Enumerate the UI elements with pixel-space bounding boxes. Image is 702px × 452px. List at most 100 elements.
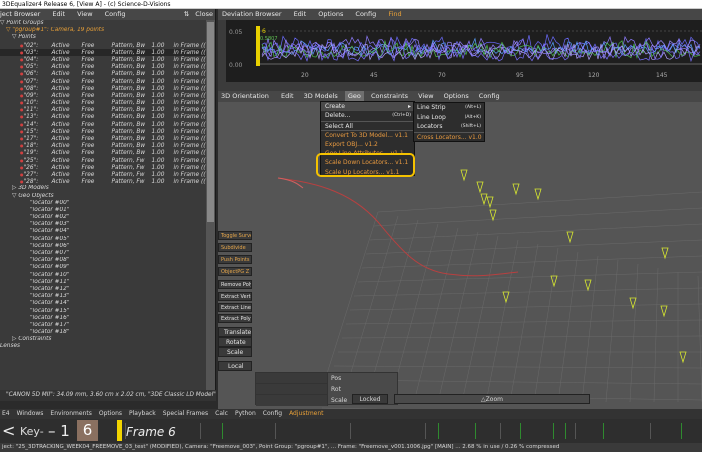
tree-constraints[interactable]: ▷ Constraints bbox=[0, 336, 206, 343]
main-menu-item[interactable]: Calc bbox=[215, 410, 228, 417]
point-row[interactable]: ● "19": Active Free Pattern, Bw 1.00 in Frame… bbox=[0, 149, 206, 156]
point-row[interactable]: ● "13": Active Free Pattern, Bw 1.00 in Frame… bbox=[0, 113, 206, 120]
tree-geo-objects[interactable]: ▽ Geo Objects bbox=[0, 193, 206, 200]
point-row[interactable]: ● "09": Active Free Pattern, Bw 1.00 in Frame… bbox=[0, 92, 206, 99]
3d-viewport[interactable] bbox=[218, 102, 702, 417]
arrow-up-icon[interactable]: ⇅ bbox=[184, 9, 189, 20]
menu-options[interactable]: Options bbox=[318, 9, 343, 20]
tree-points[interactable]: ▽ Points bbox=[0, 34, 206, 41]
menu-view[interactable]: View bbox=[77, 9, 92, 20]
main-menu-item[interactable]: Adjustment bbox=[289, 410, 323, 417]
locator-item[interactable]: "locator #09" bbox=[0, 264, 206, 271]
point-row[interactable]: ● "15": Active Free Pattern, Bw 1.00 in Frame… bbox=[0, 128, 206, 135]
menu-deviation-browser[interactable]: Deviation Browser bbox=[222, 9, 282, 20]
step-back-button[interactable]: < bbox=[2, 421, 15, 440]
scrollbar-thumb[interactable] bbox=[207, 22, 214, 222]
locator-item[interactable]: "locator #13" bbox=[0, 293, 206, 300]
locator-item[interactable]: "locator #05" bbox=[0, 236, 206, 243]
tool-button-orange[interactable]: Toggle Survey bbox=[218, 231, 252, 240]
point-row[interactable]: ● "25": Active Free Pattern, Fw 1.00 in Frame… bbox=[0, 157, 206, 164]
lens-entry[interactable]: "CANON 5D MII": 34.09 mm, 3.60 cm x 2.02… bbox=[0, 390, 216, 401]
geo-menu-item[interactable]: Export OBJ... v1.2 bbox=[321, 140, 414, 149]
point-row[interactable]: ● "27": Active Free Pattern, Fw 1.00 in Frame… bbox=[0, 171, 206, 178]
tool-button-orange[interactable]: Subdivide bbox=[218, 243, 252, 252]
point-row[interactable]: ● "28": Active Free Pattern, Fw 1.00 in Frame… bbox=[0, 178, 206, 185]
locator-item[interactable]: "locator #07" bbox=[0, 250, 206, 257]
point-row[interactable]: ● "18": Active Free Pattern, Bw 1.00 in Frame… bbox=[0, 142, 206, 149]
menu-edit[interactable]: Edit bbox=[52, 9, 65, 20]
zoom-slider[interactable]: △ Zoom bbox=[394, 394, 590, 404]
deviation-curves-plot[interactable]: 0.05 0.00 6 0.5807 20 45 70 95 120 145 bbox=[226, 20, 702, 82]
tool-button[interactable]: Remove Poly bbox=[218, 280, 252, 289]
locator-item[interactable]: "locator #18" bbox=[0, 329, 206, 336]
rotate-button[interactable]: Rotate bbox=[218, 337, 252, 347]
tool-button[interactable]: Extract Vertex bbox=[218, 292, 252, 301]
point-row[interactable]: ● "06": Active Free Pattern, Bw 1.00 in Frame… bbox=[0, 70, 206, 77]
main-menu-item[interactable]: Python bbox=[235, 410, 256, 417]
frame-number-field[interactable]: 6 bbox=[77, 420, 98, 441]
locked-button[interactable]: Locked bbox=[352, 394, 388, 404]
menu-view[interactable]: View bbox=[418, 91, 433, 102]
geo-menu-item[interactable]: Delete... (Ctrl+D) bbox=[321, 111, 414, 120]
tree-point-group[interactable]: ▽ "pgroup#1": Camera, 19 points bbox=[0, 27, 206, 34]
rot-field[interactable] bbox=[256, 384, 328, 395]
point-row[interactable]: ● "04": Active Free Pattern, Bw 1.00 in Frame… bbox=[0, 56, 206, 63]
locator-item[interactable]: "locator #04" bbox=[0, 228, 206, 235]
create-submenu-item[interactable]: Locators (Shift+L) bbox=[414, 122, 484, 132]
point-row[interactable]: ● "03": Active Free Pattern, Bw 1.00 in Frame… bbox=[0, 48, 206, 56]
geo-menu-item[interactable]: Create ▸ bbox=[321, 102, 414, 112]
menu-3d-orientation[interactable]: 3D Orientation bbox=[221, 91, 269, 102]
menu-options[interactable]: Options bbox=[444, 91, 469, 102]
menu-config[interactable]: Config bbox=[105, 9, 126, 20]
point-row[interactable]: ● "07": Active Free Pattern, Bw 1.00 in Frame… bbox=[0, 78, 206, 85]
create-submenu-item[interactable]: Line Strip (Alt+L) bbox=[414, 103, 484, 113]
tool-button-orange[interactable]: Push Points bbox=[218, 255, 252, 264]
point-row[interactable]: ● "05": Active Free Pattern, Bw 1.00 in Frame… bbox=[0, 63, 206, 70]
main-menu-item[interactable]: Special Frames bbox=[163, 410, 208, 417]
point-row[interactable]: ● "02": Active Free Pattern, Bw 1.00 in Frame… bbox=[0, 42, 206, 49]
locator-item[interactable]: "locator #01" bbox=[0, 207, 206, 214]
locator-item[interactable]: "locator #12" bbox=[0, 286, 206, 293]
tree-lenses[interactable]: Lenses bbox=[0, 343, 206, 350]
point-row[interactable]: ● "14": Active Free Pattern, Bw 1.00 in Frame… bbox=[0, 121, 206, 128]
point-row[interactable]: ● "17": Active Free Pattern, Bw 1.00 in Frame… bbox=[0, 135, 206, 142]
tree-3d-models[interactable]: ▷ 3D Models bbox=[0, 185, 206, 192]
point-row[interactable]: ● "08": Active Free Pattern, Bw 1.00 in Frame… bbox=[0, 85, 206, 92]
locator-item[interactable]: "locator #06" bbox=[0, 243, 206, 250]
scale-field[interactable] bbox=[256, 395, 328, 406]
tool-button-orange[interactable]: ObjectPG Z bbox=[218, 267, 252, 276]
point-row[interactable]: ● "10": Active Free Pattern, Bw 1.00 in Frame… bbox=[0, 99, 206, 106]
locator-item[interactable]: "locator #10" bbox=[0, 272, 206, 279]
locator-item[interactable]: "locator #14" bbox=[0, 300, 206, 307]
point-row[interactable]: ● "11": Active Free Pattern, Bw 1.00 in Frame… bbox=[0, 106, 206, 113]
translate-button[interactable]: Translate bbox=[218, 327, 252, 337]
scale-button[interactable]: Scale bbox=[218, 347, 252, 357]
locator-item[interactable]: "locator #11" bbox=[0, 279, 206, 286]
main-menu-item[interactable]: Config bbox=[263, 410, 282, 417]
locator-item[interactable]: "locator #08" bbox=[0, 257, 206, 264]
local-button[interactable]: Local bbox=[218, 361, 252, 371]
locator-item[interactable]: "locator #15" bbox=[0, 308, 206, 315]
locator-item[interactable]: "locator #02" bbox=[0, 214, 206, 221]
menu-config[interactable]: Config bbox=[355, 9, 376, 20]
create-submenu-item[interactable]: Line Loop (Alt+K) bbox=[414, 113, 484, 123]
close-panel-button[interactable]: Close bbox=[195, 9, 213, 20]
menu-find[interactable]: Find bbox=[388, 9, 401, 20]
frame-slider-handle[interactable] bbox=[117, 420, 122, 441]
geo-menu-item[interactable]: Select All bbox=[321, 120, 414, 130]
tool-button[interactable]: Extract Line bbox=[218, 303, 252, 312]
menu-object-browser[interactable]: ject Browser bbox=[0, 9, 40, 20]
tree-scrollbar[interactable] bbox=[206, 20, 215, 390]
pos-field[interactable] bbox=[256, 373, 328, 384]
menu-edit[interactable]: Edit bbox=[281, 91, 294, 102]
locator-item[interactable]: "locator #03" bbox=[0, 221, 206, 228]
geo-menu-item[interactable]: Convert To 3D Model... v1.1 bbox=[321, 130, 414, 139]
menu-config[interactable]: Config bbox=[479, 91, 500, 102]
tool-button[interactable]: Extract Polygon bbox=[218, 314, 252, 323]
main-menu-item[interactable]: Options bbox=[99, 410, 122, 417]
locator-item[interactable]: "locator #00" bbox=[0, 200, 206, 207]
main-menu-item[interactable]: Windows bbox=[17, 410, 44, 417]
locator-item[interactable]: "locator #17" bbox=[0, 322, 206, 329]
create-submenu-item[interactable]: Cross Locators... v1.0 bbox=[414, 131, 484, 142]
tree-point-groups[interactable]: ▽ Point Groups bbox=[0, 20, 206, 27]
